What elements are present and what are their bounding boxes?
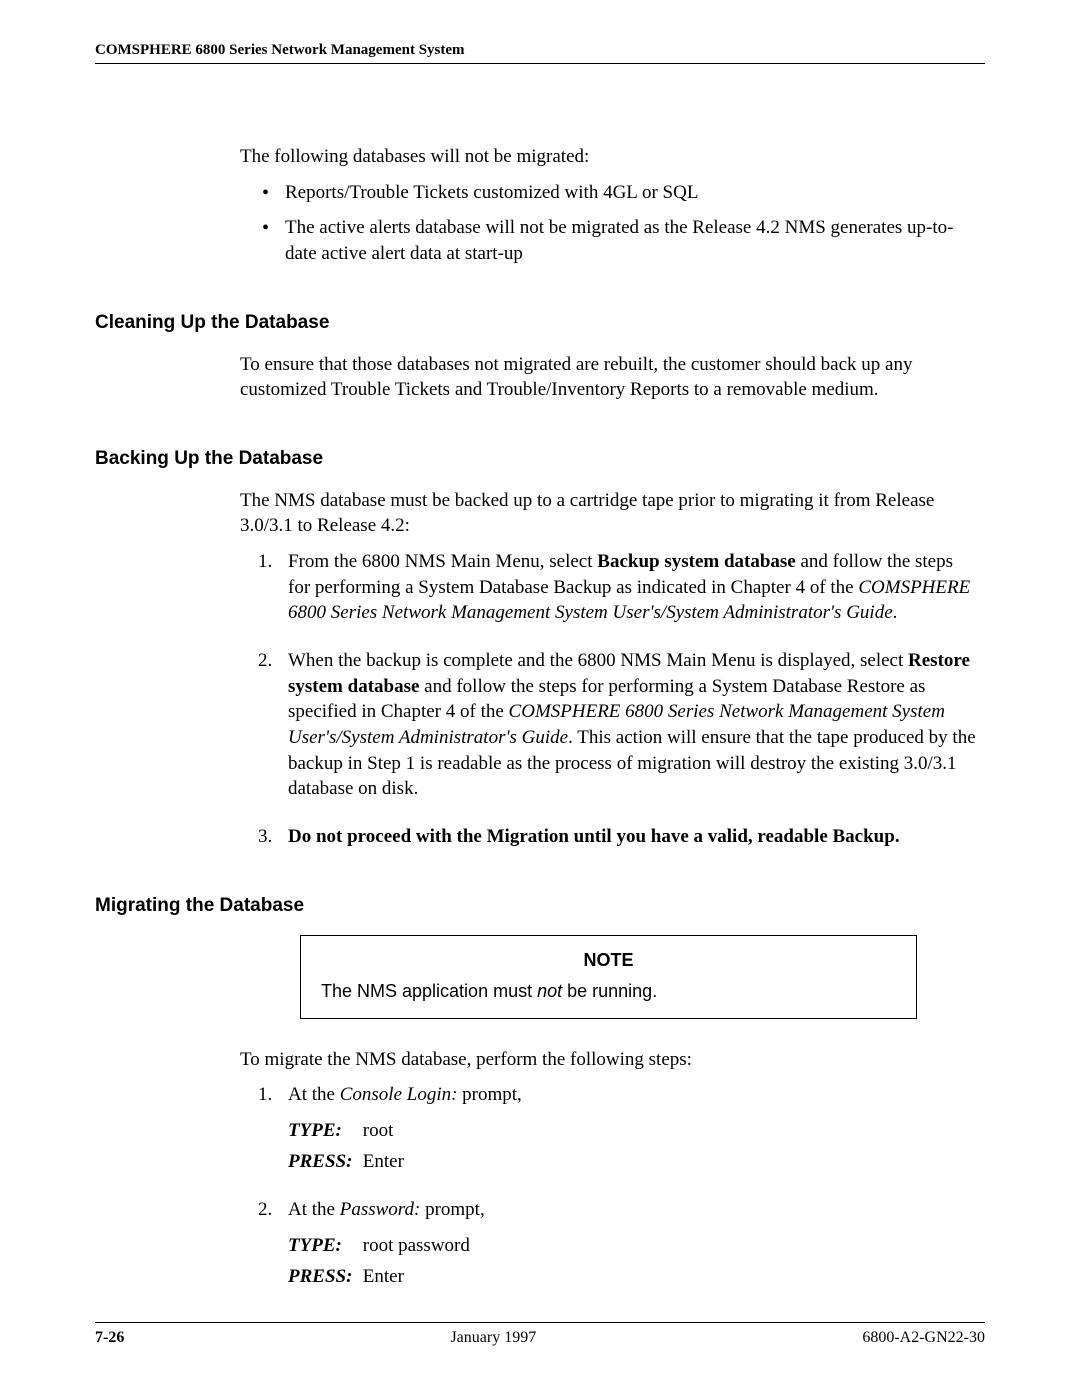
text: prompt, — [420, 1199, 484, 1220]
text: prompt, — [457, 1084, 521, 1105]
kv-value: root — [363, 1120, 394, 1141]
intro-lead: The following databases will not be migr… — [240, 144, 977, 170]
kv-value: Enter — [363, 1266, 404, 1287]
list-item: When the backup is complete and the 6800… — [240, 648, 977, 802]
text: From the 6800 NMS Main Menu, select — [288, 551, 597, 572]
cleaning-para: To ensure that those databases not migra… — [240, 352, 977, 403]
text: At the — [288, 1199, 340, 1220]
migrating-steps: At the Console Login: prompt, TYPE: root… — [240, 1082, 977, 1290]
footer-date: January 1997 — [450, 1329, 536, 1347]
kv-label: PRESS: — [288, 1264, 358, 1290]
text: . — [893, 602, 898, 623]
italic-text: Password: — [340, 1199, 421, 1220]
note-box: NOTE The NMS application must not be run… — [300, 935, 917, 1019]
list-item: Do not proceed with the Migration until … — [240, 824, 977, 850]
section-heading-cleaning: Cleaning Up the Database — [95, 312, 985, 334]
text: The NMS application must — [321, 981, 537, 1001]
list-item: The active alerts database will not be m… — [240, 215, 977, 266]
list-item: From the 6800 NMS Main Menu, select Back… — [240, 549, 977, 626]
page-content: The following databases will not be migr… — [95, 64, 985, 1290]
bold-text: Do not proceed with the Migration until … — [288, 826, 900, 847]
kv-row: PRESS: Enter — [288, 1149, 977, 1175]
step-type-row: TYPE: root password PRESS: Enter — [288, 1233, 977, 1290]
migrating-body: NOTE The NMS application must not be run… — [240, 935, 977, 1290]
kv-label: TYPE: — [288, 1118, 358, 1144]
text: At the — [288, 1084, 340, 1105]
migrating-para: To migrate the NMS database, perform the… — [240, 1047, 977, 1073]
intro-block: The following databases will not be migr… — [240, 144, 977, 267]
intro-bullet-list: Reports/Trouble Tickets customized with … — [240, 180, 977, 267]
bold-text: Backup system database — [597, 551, 795, 572]
running-head: COMSPHERE 6800 Series Network Management… — [95, 42, 985, 64]
list-item: At the Password: prompt, TYPE: root pass… — [240, 1197, 977, 1290]
page: COMSPHERE 6800 Series Network Management… — [0, 0, 1080, 1397]
kv-row: PRESS: Enter — [288, 1264, 977, 1290]
list-item: Reports/Trouble Tickets customized with … — [240, 180, 977, 206]
kv-value: root password — [363, 1235, 470, 1256]
kv-value: Enter — [363, 1151, 404, 1172]
footer-doc-id: 6800-A2-GN22-30 — [862, 1329, 985, 1347]
italic-text: not — [537, 981, 562, 1001]
backing-steps: From the 6800 NMS Main Menu, select Back… — [240, 549, 977, 849]
section-heading-backing: Backing Up the Database — [95, 448, 985, 470]
page-number: 7-26 — [95, 1329, 124, 1347]
step-type-row: TYPE: root PRESS: Enter — [288, 1118, 977, 1175]
backing-body: The NMS database must be backed up to a … — [240, 488, 977, 850]
page-footer: 7-26 January 1997 6800-A2-GN22-30 — [95, 1322, 985, 1347]
note-title: NOTE — [321, 950, 896, 971]
kv-row: TYPE: root password — [288, 1233, 977, 1259]
note-body: The NMS application must not be running. — [321, 981, 896, 1002]
italic-text: Console Login: — [340, 1084, 458, 1105]
kv-label: TYPE: — [288, 1233, 358, 1259]
kv-row: TYPE: root — [288, 1118, 977, 1144]
section-heading-migrating: Migrating the Database — [95, 895, 985, 917]
text: When the backup is complete and the 6800… — [288, 650, 908, 671]
text: be running. — [562, 981, 657, 1001]
kv-label: PRESS: — [288, 1149, 358, 1175]
cleaning-body: To ensure that those databases not migra… — [240, 352, 977, 403]
list-item: At the Console Login: prompt, TYPE: root… — [240, 1082, 977, 1175]
backing-para: The NMS database must be backed up to a … — [240, 488, 977, 539]
